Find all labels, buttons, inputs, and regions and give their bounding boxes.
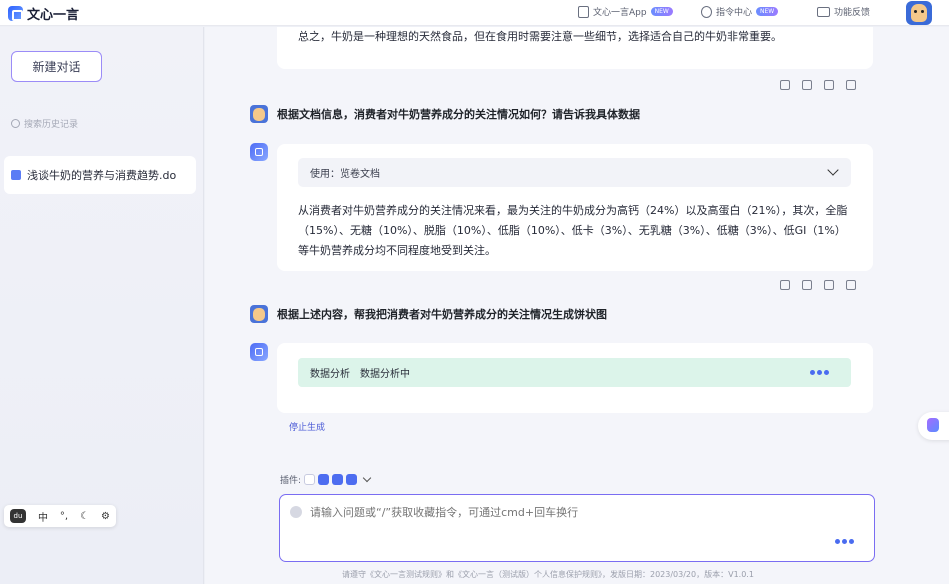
- user-message-text: 根据文档信息，消费者对牛奶营养成分的关注情况如何？请告诉我具体数据: [277, 108, 640, 121]
- analysis-bar: 数据分析 数据分析中: [298, 358, 851, 387]
- thumbs-up-icon[interactable]: [824, 280, 834, 290]
- toolbox: du 中 °, ☾ ⚙: [4, 505, 116, 527]
- thumbs-down-icon[interactable]: [846, 280, 856, 290]
- plugin-paw-icon[interactable]: [304, 474, 316, 485]
- top-bar: 文心一言 文心一言App NEW 指令中心 NEW 功能反馈: [0, 0, 949, 26]
- user-avatar-icon: [250, 305, 268, 323]
- image-icon[interactable]: [780, 280, 790, 290]
- command-center-label: 指令中心: [716, 8, 753, 18]
- footer-notice: 请遵守《文心一言测试规则》和《文心一言（测试版）个人信息保护规则》，发版日期：2…: [342, 570, 754, 579]
- gear-icon[interactable]: ⚙: [101, 511, 110, 522]
- brand-logo-icon: [8, 6, 23, 21]
- answer-actions: [780, 280, 856, 290]
- doc-tool-label: 使用：览卷文档: [310, 169, 380, 180]
- bot-avatar-icon: [250, 143, 268, 161]
- answer-text: 总之，牛奶是一种理想的天然食品，但在食用时需要注意一些细节，选择适合自己的牛奶非…: [298, 30, 782, 43]
- stop-generating-button[interactable]: 停止生成: [289, 420, 325, 433]
- send-dots-icon[interactable]: [835, 539, 854, 544]
- new-badge: NEW: [756, 7, 779, 16]
- new-chat-button[interactable]: 新建对话: [11, 51, 102, 82]
- command-icon: [701, 5, 712, 18]
- upload-icon[interactable]: [290, 506, 302, 518]
- answer-card: 数据分析 数据分析中: [277, 343, 873, 413]
- composer: [279, 494, 875, 562]
- new-badge: NEW: [650, 7, 673, 16]
- analysis-status: 数据分析中: [360, 369, 410, 380]
- user-message: 根据上述内容，帮我把消费者对牛奶营养成分的关注情况生成饼状图: [250, 305, 607, 323]
- history-item[interactable]: 浅谈牛奶的营养与消费趋势.do: [4, 156, 196, 194]
- answer-card: 使用：览卷文档 从消费者对牛奶营养成分的关注情况来看，最为关注的牛奶成分为高钙（…: [277, 144, 873, 271]
- history-item-label: 浅谈牛奶的营养与消费趋势.do: [27, 169, 177, 182]
- brand[interactable]: 文心一言: [8, 4, 79, 23]
- feedback-label: 功能反馈: [834, 8, 871, 18]
- thumbs-up-icon[interactable]: [824, 80, 834, 90]
- thumbs-down-icon[interactable]: [846, 80, 856, 90]
- message-input[interactable]: [310, 506, 830, 519]
- chat-area: 总之，牛奶是一种理想的天然食品，但在食用时需要注意一些细节，选择适合自己的牛奶非…: [205, 27, 949, 584]
- plugin-image-icon[interactable]: [346, 474, 358, 485]
- chevron-down-icon[interactable]: [362, 473, 372, 483]
- doc-tool-bar[interactable]: 使用：览卷文档: [298, 158, 851, 187]
- plugins-label: 插件:: [280, 476, 302, 486]
- plugin-icon: [11, 170, 21, 180]
- user-avatar[interactable]: [906, 1, 932, 25]
- avatar-face-icon: [911, 4, 927, 22]
- history-search[interactable]: 搜索历史记录: [11, 117, 78, 130]
- floating-assistant-button[interactable]: [918, 412, 949, 440]
- analysis-tool-label: 数据分析: [310, 369, 350, 380]
- sidebar: 新建对话 搜索历史记录 浅谈牛奶的营养与消费趋势.do du 中 °, ☾ ⚙: [0, 27, 204, 584]
- copy-icon[interactable]: [802, 80, 812, 90]
- du-logo-icon[interactable]: du: [9, 509, 26, 523]
- punctuation-icon[interactable]: °,: [60, 511, 68, 522]
- feedback-link[interactable]: 功能反馈: [817, 5, 870, 18]
- user-message-text: 根据上述内容，帮我把消费者对牛奶营养成分的关注情况生成饼状图: [277, 308, 607, 321]
- language-toggle[interactable]: 中: [38, 509, 48, 524]
- answer-card: 总之，牛奶是一种理想的天然食品，但在食用时需要注意一些细节，选择适合自己的牛奶非…: [277, 27, 873, 69]
- plugin-bar: 插件:: [280, 473, 372, 486]
- answer-text: 从消费者对牛奶营养成分的关注情况来看，最为关注的牛奶成分为高钙（24%）以及高蛋…: [298, 204, 848, 257]
- plugin-doc-icon[interactable]: [318, 474, 330, 485]
- copy-icon[interactable]: [802, 280, 812, 290]
- history-search-placeholder: 搜索历史记录: [24, 120, 79, 130]
- brand-name: 文心一言: [27, 8, 80, 23]
- plugin-chart-icon[interactable]: [332, 474, 344, 485]
- app-download-label: 文心一言App: [593, 8, 647, 18]
- mail-icon: [817, 6, 830, 17]
- answer-actions: [780, 80, 856, 90]
- search-icon: [11, 119, 20, 128]
- bot-avatar-icon: [250, 343, 268, 361]
- user-avatar-icon: [250, 105, 268, 123]
- chevron-down-icon: [827, 164, 839, 176]
- command-center-link[interactable]: 指令中心 NEW: [701, 5, 779, 18]
- app-download-link[interactable]: 文心一言App NEW: [578, 5, 673, 18]
- user-message: 根据文档信息，消费者对牛奶营养成分的关注情况如何？请告诉我具体数据: [250, 105, 640, 123]
- loading-dots-icon: [810, 370, 829, 375]
- phone-icon: [578, 5, 589, 18]
- moon-icon[interactable]: ☾: [80, 511, 89, 522]
- image-icon[interactable]: [780, 80, 790, 90]
